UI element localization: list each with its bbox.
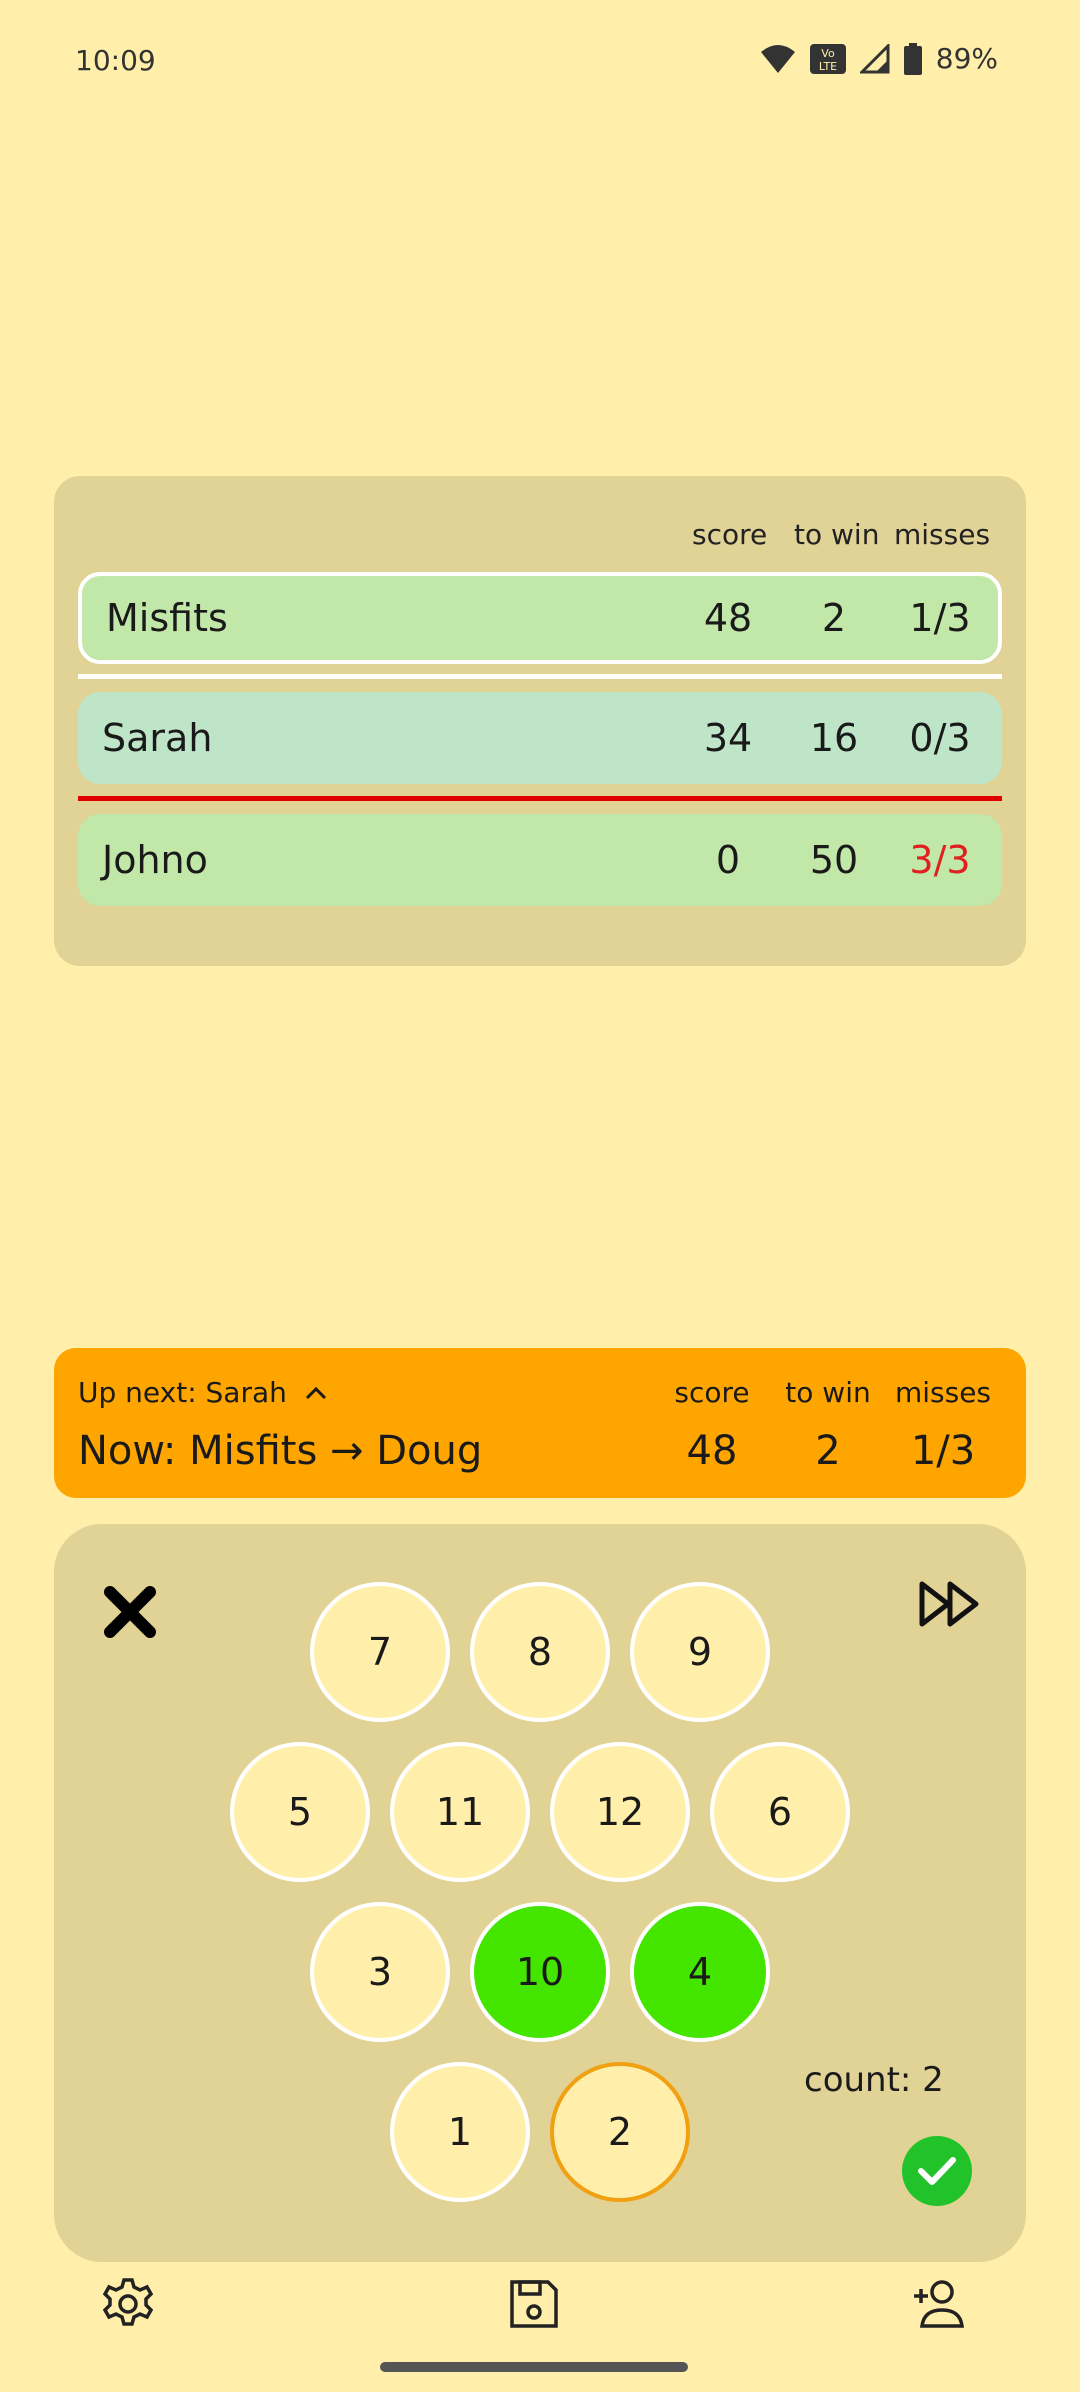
status-time: 10:09 [75,44,156,77]
banner-score: 48 [686,1428,738,1474]
home-indicator[interactable] [380,2362,688,2372]
now-playing: Now: Misfits → Doug [78,1428,483,1474]
pin-count: count: 2 [804,2060,944,2100]
banner-to-win: 2 [815,1428,841,1474]
player-name: Johno [102,838,208,882]
player-to-win: 50 [809,838,859,882]
player-score: 48 [703,596,753,640]
svg-text:LTE: LTE [819,60,837,73]
fast-forward-icon[interactable] [918,1578,982,1630]
scoreboard-headers: score to win misses [54,518,1026,558]
header-score: score [692,518,768,551]
status-icons: Vo LTE 89% [760,42,998,75]
pin-1[interactable]: 1 [390,2062,530,2202]
player-name: Sarah [102,716,213,760]
wifi-icon [760,44,795,73]
volte-icon: VoLTE [809,43,846,74]
player-name: Misfits [106,596,228,640]
current-player-banner: Up next: Sarah Now: Misfits → Doug score… [54,1348,1026,1498]
check-icon [918,2157,956,2185]
add-person-icon[interactable] [910,2276,966,2332]
chevron-up-icon [305,1386,326,1399]
player-misses: 3/3 [909,838,971,882]
pin-10[interactable]: 10 [470,1902,610,2042]
pin-8[interactable]: 8 [470,1582,610,1722]
banner-header-score: score [674,1376,750,1409]
pin-6[interactable]: 6 [710,1742,850,1882]
header-to-win: to win [794,518,880,551]
player-row-johno[interactable]: Johno 0 50 3/3 [78,814,1002,906]
pin-11[interactable]: 11 [390,1742,530,1882]
close-icon[interactable] [100,1582,160,1642]
header-misses: misses [894,518,991,551]
pin-7[interactable]: 7 [310,1582,450,1722]
banner-misses: 1/3 [910,1428,976,1474]
player-to-win: 16 [809,716,859,760]
elimination-divider [78,796,1002,801]
pin-9[interactable]: 9 [630,1582,770,1722]
player-to-win: 2 [821,596,847,640]
battery-icon [903,42,922,75]
gear-icon[interactable] [100,2276,156,2332]
svg-text:Vo: Vo [821,47,835,60]
signal-icon [859,43,890,73]
player-score: 0 [715,838,741,882]
confirm-button[interactable] [902,2136,972,2206]
pin-2[interactable]: 2 [550,2062,690,2202]
pin-keypad: 7 8 9 5 11 12 6 3 10 4 1 2 count: 2 [54,1524,1026,2262]
pin-4[interactable]: 4 [630,1902,770,2042]
pin-3[interactable]: 3 [310,1902,450,2042]
player-misses: 1/3 [909,596,971,640]
player-misses: 0/3 [909,716,971,760]
player-score: 34 [703,716,753,760]
banner-header-misses: misses [894,1376,992,1409]
battery-percent: 89% [935,42,998,75]
player-row-sarah[interactable]: Sarah 34 16 0/3 [78,692,1002,784]
up-next-toggle[interactable]: Up next: Sarah [78,1376,327,1409]
banner-header-to-win: to win [785,1376,871,1409]
current-player-divider [78,674,1002,679]
pin-12[interactable]: 12 [550,1742,690,1882]
pin-5[interactable]: 5 [230,1742,370,1882]
player-row-misfits[interactable]: Misfits 48 2 1/3 [78,572,1002,664]
scoreboard: score to win misses Misfits 48 2 1/3 Sar… [54,476,1026,966]
up-next-label: Up next: Sarah [78,1376,287,1409]
save-icon[interactable] [506,2276,562,2332]
